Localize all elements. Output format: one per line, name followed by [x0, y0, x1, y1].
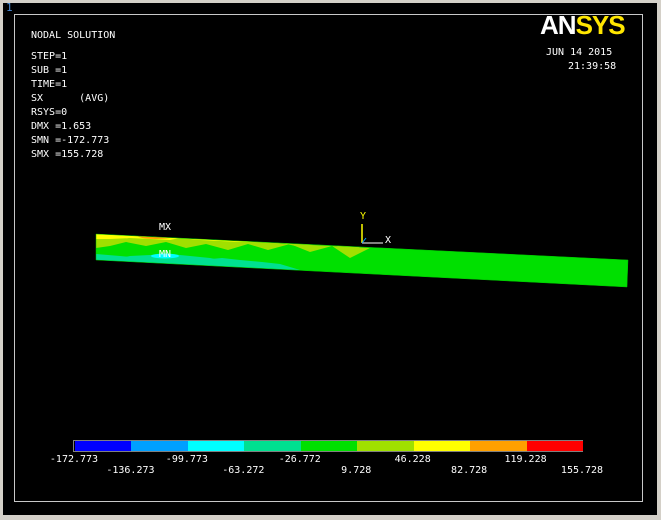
legend-swatch [244, 441, 302, 451]
legend-swatch [300, 441, 358, 451]
legend-color-bar [73, 440, 584, 452]
legend-tick-label: 155.728 [560, 465, 604, 476]
legend-tick-label: 119.228 [504, 454, 547, 465]
legend-tick-label: -172.773 [49, 454, 99, 465]
legend-tick-label: -99.773 [165, 454, 208, 465]
legend-swatch [357, 441, 415, 451]
mx-marker: MX [159, 222, 172, 233]
legend-swatch [470, 441, 528, 451]
legend-swatch [75, 441, 132, 451]
legend-swatch [526, 441, 584, 451]
axis-y-label: Y [360, 211, 367, 222]
legend-tick-label: -136.273 [106, 465, 155, 476]
legend-swatch [413, 441, 471, 451]
legend-tick-label: 46.228 [394, 454, 431, 465]
legend-tick-label: 82.728 [451, 465, 488, 476]
legend-tick-label: 9.728 [341, 465, 372, 476]
legend-swatch [131, 441, 189, 451]
legend-tick-label: -26.772 [278, 454, 321, 465]
axis-x-label: X [385, 235, 392, 246]
legend-swatch [187, 441, 245, 451]
mn-marker: MN [159, 249, 172, 260]
legend-tick-label: -63.272 [222, 465, 265, 476]
